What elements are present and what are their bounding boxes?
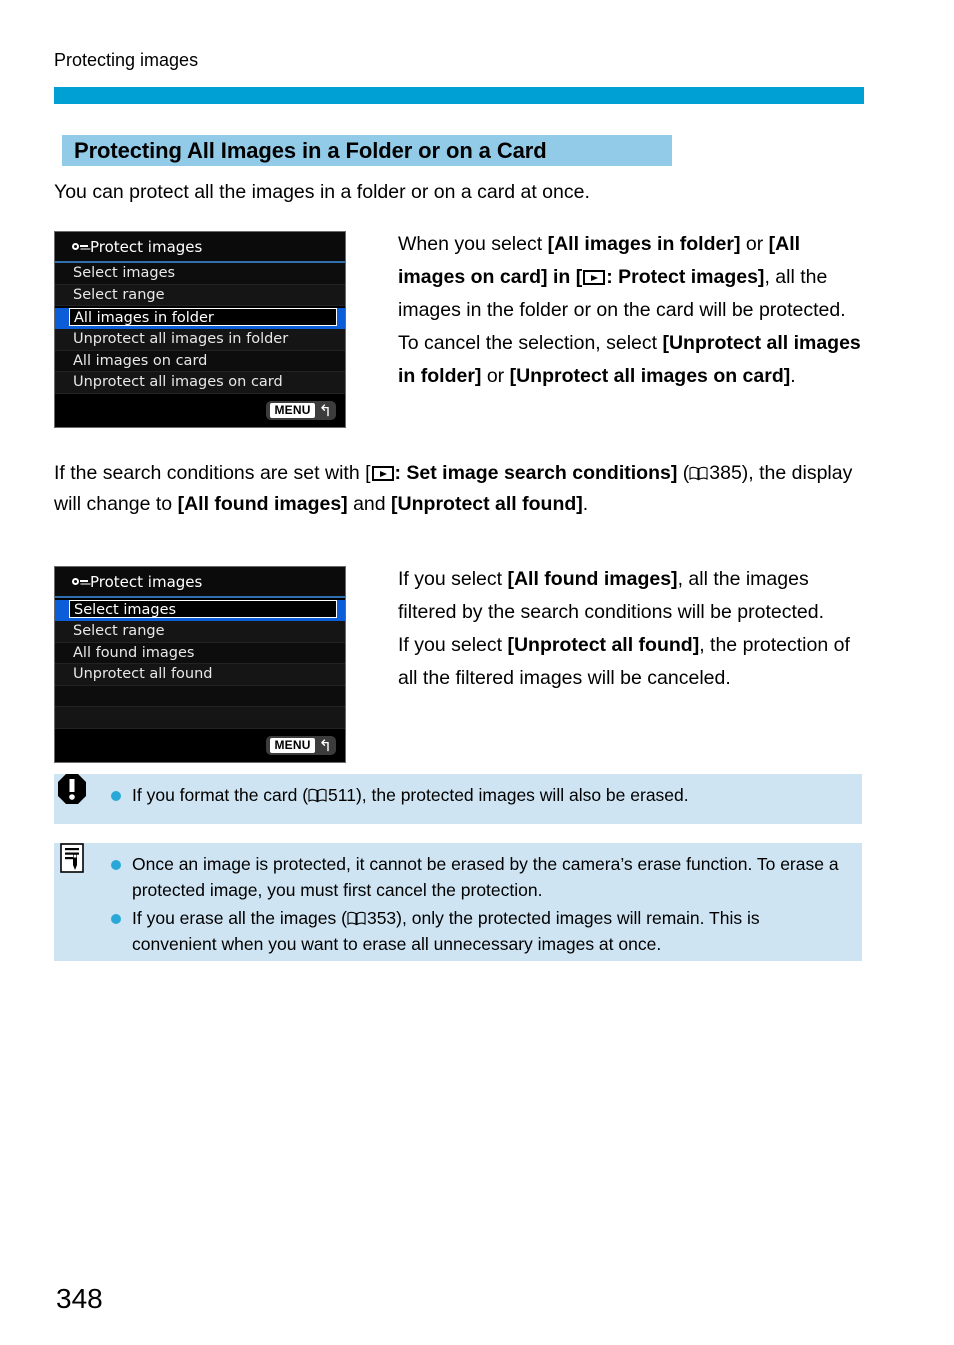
book-icon [689,466,708,481]
note-list-item: If you erase all the images (353), only … [110,905,846,957]
menu-item-select-images[interactable]: Select images [55,599,345,621]
menu-item-all-found-images[interactable]: All found images [55,642,345,664]
section-intro-text: You can protect all the images in a fold… [54,181,590,203]
note-item-a: If you erase all the images ( [132,908,347,928]
accent-rule-bar [54,87,864,104]
menu-button-chip: MENU [270,403,315,418]
copy-2-d: [Unprotect all images on card] [509,365,791,387]
playback-icon [583,270,606,285]
return-arrow-icon: ↰ [318,401,332,420]
copy-2-c: or [481,365,510,387]
menu-item-all-images-in-folder-label: All images in folder [69,307,337,326]
mid-e: [All found images] [177,493,348,515]
caution-item-a: If you format the card ( [132,785,309,805]
menu-return-badge[interactable]: MENU ↰ [266,736,336,755]
mid-h: . [582,493,589,515]
page-number: 348 [56,1283,103,1314]
second-block-body-copy: If you select [All found images], all th… [398,563,868,695]
caution-item-b: ), the protected images will also be era… [355,785,689,805]
caution-list-item: If you format the card ( 511), the protec… [110,782,846,808]
lcd-title-text: Protect images [90,573,203,591]
middle-block-body-copy: If the search conditions are set with [:… [54,458,866,520]
menu-button-chip: MENU [270,738,315,753]
menu-item-unprotect-all-found[interactable]: Unprotect all found [55,664,345,686]
copy-1-f: : Protect images] [606,266,765,288]
caution-icon-wrapper [54,774,94,818]
note-page-ref: 353 [366,908,397,928]
menu-item-unprotect-all-images-in-folder[interactable]: Unprotect all images in folder [55,329,345,351]
copy-1-c: or [740,233,769,255]
copy-4-b: [Unprotect all found] [507,634,700,656]
copy-4-a: If you select [398,634,508,656]
menu-item-all-images-on-card[interactable]: All images on card [55,350,345,372]
mid-f: and [347,493,392,515]
running-head: Protecting images [54,50,199,70]
caution-octagon-icon [58,774,86,804]
key-icon [72,242,88,253]
lcd-title-bar: Protect images [55,567,345,598]
book-icon [347,911,366,926]
return-arrow-icon: ↰ [318,736,332,755]
copy-1-a: When you select [398,233,548,255]
copy-1-e: in [ [547,266,583,288]
lcd-menu-list: Select images Select range All images in… [55,263,345,394]
copy-1-b: [All images in folder] [547,233,741,255]
note-list-item: Once an image is protected, it cannot be… [110,851,846,903]
copy-2-e: . [790,365,796,387]
menu-item-select-range[interactable]: Select range [55,621,345,643]
camera-menu-screenshot-protect-images-found: Protect images Select images Select rang… [54,566,346,763]
book-icon [308,788,327,803]
first-block-body-copy: When you select [All images in folder] o… [398,228,868,393]
mid-page-ref: 385 [709,462,742,484]
menu-item-select-images-label: Select images [69,599,337,618]
note-list: Once an image is protected, it cannot be… [110,851,846,959]
menu-return-badge[interactable]: MENU ↰ [266,401,336,420]
mid-g: [Unprotect all found] [391,493,583,515]
menu-item-empty-1 [55,685,345,707]
caution-note-box: If you format the card ( 511), the protec… [54,774,862,824]
caution-list: If you format the card ( 511), the protec… [110,782,846,810]
camera-menu-screenshot-protect-images-card: Protect images Select images Select rang… [54,231,346,428]
playback-icon [371,466,394,481]
mid-c: ( [677,462,690,484]
lcd-title-text: Protect images [90,238,203,256]
copy-3-a: If you select [398,568,508,590]
lcd-menu-list: Select images Select range All found ima… [55,599,345,729]
caution-page-ref: 511 [328,785,356,805]
mid-b: : Set image search conditions] [394,462,678,484]
key-icon [72,577,88,588]
lcd-footer-bar: MENU ↰ [55,397,345,427]
info-note-box: Once an image is protected, it cannot be… [54,843,862,961]
menu-item-select-range[interactable]: Select range [55,284,345,306]
lcd-footer-bar: MENU ↰ [55,732,345,762]
mid-a: If the search conditions are set with [ [54,462,371,484]
lcd-title-bar: Protect images [55,232,345,263]
menu-item-unprotect-all-images-on-card[interactable]: Unprotect all images on card [55,372,345,394]
note-icon-wrapper [54,843,94,887]
menu-item-select-images[interactable]: Select images [55,263,345,285]
copy-3-b: [All found images] [507,568,678,590]
section-heading: Protecting All Images in a Folder or on … [62,135,672,166]
copy-2-a: To cancel the selection, select [398,332,663,354]
menu-item-empty-2 [55,707,345,729]
memo-note-icon [60,843,84,873]
menu-item-all-images-in-folder[interactable]: All images in folder [55,307,345,329]
